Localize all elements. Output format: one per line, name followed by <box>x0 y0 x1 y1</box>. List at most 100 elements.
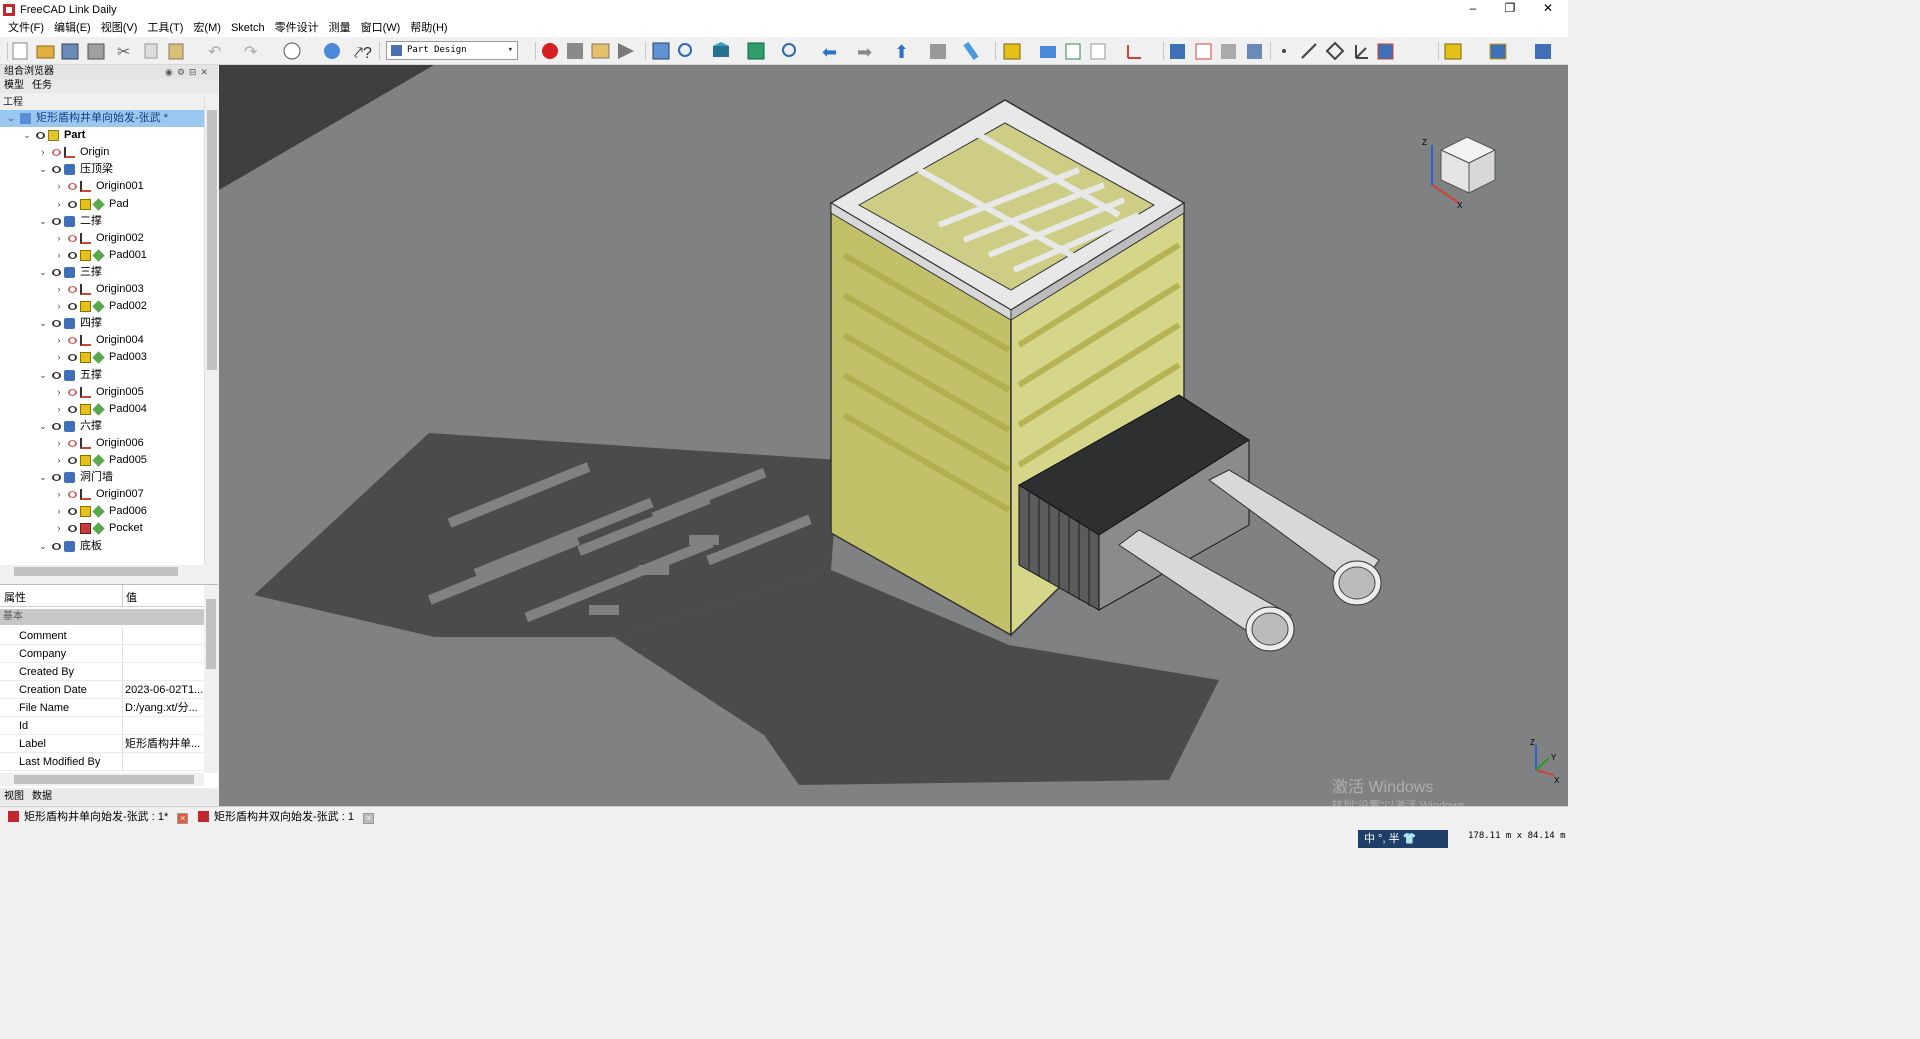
menu-help[interactable]: 帮助(H) <box>406 19 451 37</box>
tree-item[interactable]: › Origin007 <box>0 486 204 503</box>
tree-item[interactable]: › Pad003 <box>0 349 204 366</box>
refresh-icon[interactable] <box>324 43 340 59</box>
eye-icon[interactable] <box>52 371 61 379</box>
fit-all-icon[interactable] <box>652 42 670 60</box>
chevron-down-icon[interactable]: ⌄ <box>22 127 32 144</box>
minimize-button[interactable]: – <box>1455 0 1491 19</box>
chevron-right-icon[interactable]: › <box>54 196 64 213</box>
tree-horizontal-scrollbar[interactable] <box>0 565 204 578</box>
property-value[interactable]: 矩形盾构井单... <box>125 735 203 753</box>
chevron-right-icon[interactable]: › <box>54 503 64 520</box>
property-row[interactable]: Company <box>0 645 204 663</box>
measure-icon[interactable] <box>963 41 979 61</box>
tree-item[interactable]: › Origin <box>0 144 204 161</box>
paste-icon[interactable] <box>168 43 184 60</box>
doc-tab-single[interactable]: 矩形盾构井单向始发-张武 : 1* × <box>0 808 189 826</box>
menu-sketch[interactable]: Sketch <box>227 19 269 37</box>
tree-item[interactable]: › Pad004 <box>0 401 204 418</box>
create-group-icon[interactable] <box>1040 46 1056 58</box>
new-file-icon[interactable] <box>12 42 28 60</box>
navigation-cube[interactable]: Z X <box>1422 136 1497 210</box>
property-value[interactable]: 2023-06-02T1... <box>125 681 203 699</box>
property-row[interactable]: Comment <box>0 627 204 645</box>
bounding-box-icon[interactable] <box>747 42 765 60</box>
eye-icon[interactable] <box>52 268 61 276</box>
datum-plane-icon[interactable] <box>1325 41 1345 61</box>
datum-line-icon[interactable] <box>1301 43 1317 59</box>
chevron-right-icon[interactable]: › <box>54 520 64 537</box>
create-part-icon[interactable] <box>1003 43 1021 60</box>
tree-item[interactable]: › Pad005 <box>0 452 204 469</box>
tree-item[interactable]: › Origin004 <box>0 332 204 349</box>
open-file-icon[interactable] <box>36 45 55 59</box>
forward-view-icon[interactable]: ➡ <box>857 42 872 62</box>
eye-icon[interactable] <box>68 354 77 362</box>
eye-hidden-icon[interactable] <box>68 388 77 396</box>
create-sketch-icon[interactable] <box>1195 43 1212 60</box>
menu-part-design[interactable]: 零件设计 <box>271 19 323 37</box>
menu-edit[interactable]: 编辑(E) <box>50 19 95 37</box>
menu-macro[interactable]: 宏(M) <box>189 19 225 37</box>
eye-icon[interactable] <box>68 251 77 259</box>
tree-item[interactable]: ⌄ 矩形盾构井单向始发-张武 * <box>0 110 204 127</box>
tree-item[interactable]: › Pad <box>0 196 204 213</box>
eye-icon[interactable] <box>68 200 77 208</box>
datum-cs-icon[interactable] <box>1127 45 1141 59</box>
eye-icon[interactable] <box>68 405 77 413</box>
link-actions-icon[interactable] <box>1090 43 1106 60</box>
create-body-icon[interactable] <box>1170 44 1185 59</box>
attach-sketch-icon[interactable] <box>1221 44 1236 59</box>
eye-hidden-icon[interactable] <box>52 149 61 157</box>
menu-file[interactable]: 文件(F) <box>4 19 48 37</box>
tree-item[interactable]: ⌄ 六撑 <box>0 418 204 435</box>
tree-item[interactable]: › Origin006 <box>0 435 204 452</box>
save-as-icon[interactable] <box>87 43 105 60</box>
eye-icon[interactable] <box>52 320 61 328</box>
close-tab-icon[interactable]: × <box>177 813 189 824</box>
value-column-header[interactable]: 值 <box>126 589 137 605</box>
eye-icon[interactable] <box>52 542 61 550</box>
inspect-icon[interactable] <box>1535 44 1551 59</box>
property-row[interactable]: Label 矩形盾构井单... <box>0 735 204 753</box>
whats-this-icon[interactable]: ⤤? <box>354 45 372 62</box>
back-view-icon[interactable]: ⬅ <box>822 42 837 62</box>
3d-scene[interactable]: Z X Z X Y <box>219 65 1568 806</box>
eye-icon[interactable] <box>52 217 61 225</box>
tab-tasks[interactable]: 任务 <box>28 79 56 93</box>
property-column-header[interactable]: 属性 <box>4 589 26 605</box>
close-tab-icon[interactable]: × <box>363 813 375 824</box>
validate-sketch-icon[interactable] <box>1247 44 1262 59</box>
edit-macro-icon[interactable] <box>591 43 610 59</box>
chevron-right-icon[interactable]: › <box>54 230 64 247</box>
fit-selection-icon[interactable] <box>678 43 692 57</box>
cut-icon[interactable]: ✂ <box>117 44 130 61</box>
chevron-right-icon[interactable]: › <box>54 298 64 315</box>
part-view-icon[interactable] <box>930 44 946 59</box>
tree-item[interactable]: ⌄ 三撑 <box>0 264 204 281</box>
property-row[interactable]: File Name D:/yang.xt/分... <box>0 699 204 717</box>
chevron-down-icon[interactable]: ⌄ <box>38 264 48 281</box>
tree-item[interactable]: ⌄ 洞门墙 <box>0 469 204 486</box>
doc-tab-double[interactable]: 矩形盾构井双向始发-张武 : 1 × <box>190 808 375 826</box>
redo-icon[interactable]: ↷ <box>244 44 258 61</box>
tab-view[interactable]: 视图 <box>0 789 28 805</box>
eye-hidden-icon[interactable] <box>68 337 77 345</box>
chevron-down-icon[interactable]: ⌄ <box>38 538 48 555</box>
chevron-right-icon[interactable]: › <box>54 247 64 264</box>
eye-hidden-icon[interactable] <box>68 491 77 499</box>
eye-hidden-icon[interactable] <box>68 286 77 293</box>
maximize-button[interactable]: ❐ <box>1492 0 1528 19</box>
close-button[interactable]: ✕ <box>1530 0 1566 19</box>
chevron-right-icon[interactable]: › <box>54 486 64 503</box>
chevron-right-icon[interactable]: › <box>38 144 48 161</box>
chevron-down-icon[interactable]: ⌄ <box>38 367 48 384</box>
menu-measure[interactable]: 测量 <box>325 19 355 37</box>
workbench-selector[interactable]: Part Design <box>386 41 518 60</box>
property-value[interactable]: D:/yang.xt/分... <box>125 699 203 717</box>
chevron-right-icon[interactable]: › <box>54 384 64 401</box>
eye-icon[interactable] <box>68 303 77 311</box>
run-macro-icon[interactable] <box>618 43 634 59</box>
tab-data[interactable]: 数据 <box>28 789 56 805</box>
3d-viewport[interactable]: Z X Z X Y 激活 Windows 转到"设置"以激活 Windows。 <box>219 65 1568 806</box>
chevron-right-icon[interactable]: › <box>54 435 64 452</box>
